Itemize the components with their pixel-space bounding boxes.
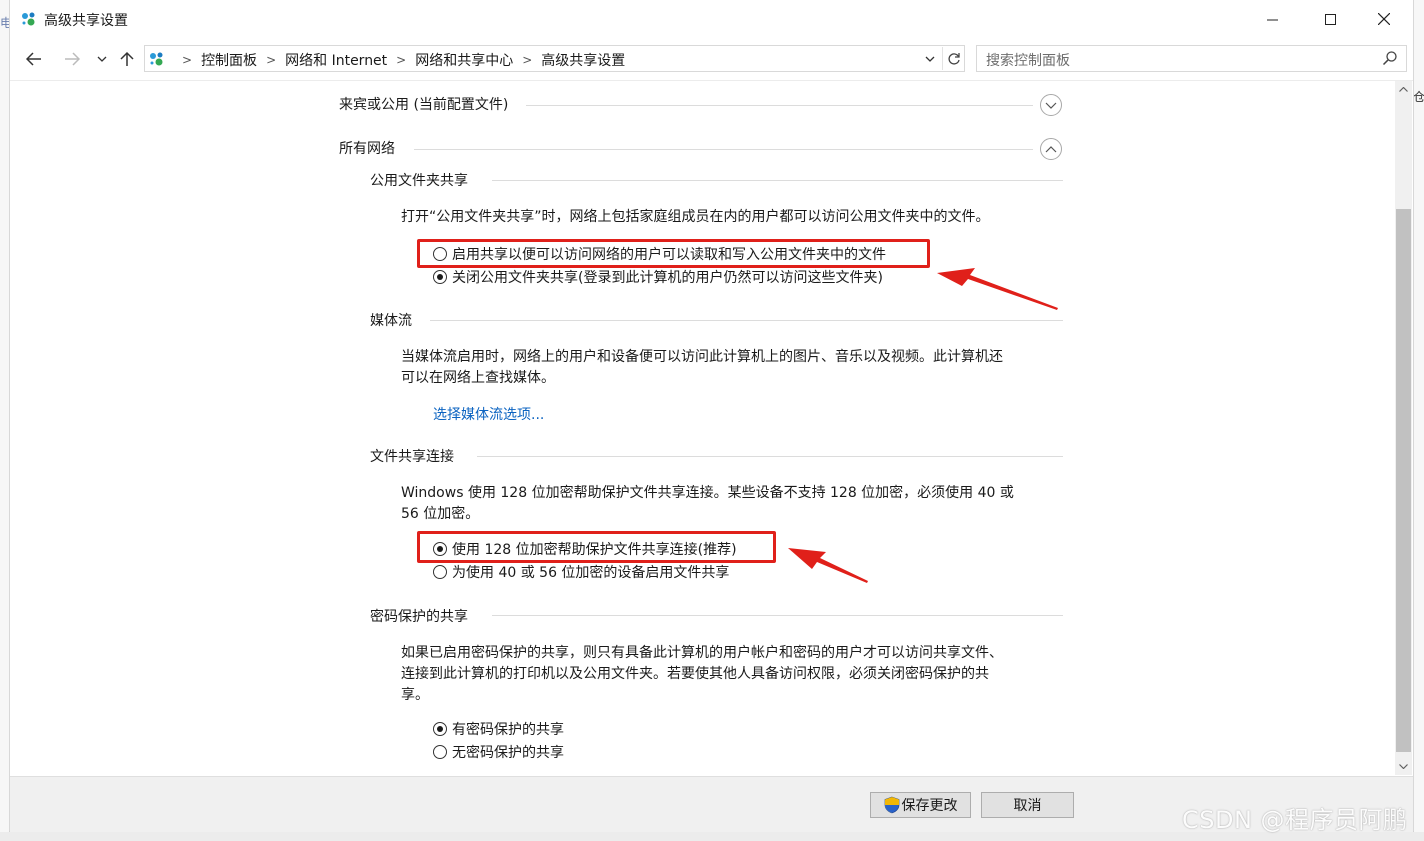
- breadcrumb-separator-icon[interactable]: >: [182, 53, 192, 67]
- breadcrumb-control-panel[interactable]: 控制面板: [201, 50, 257, 70]
- divider: [526, 105, 1033, 106]
- arrow-up-icon: [120, 51, 134, 66]
- radio-button[interactable]: [433, 565, 447, 579]
- minimize-icon: [1266, 19, 1278, 20]
- title-bar: 高级共享设置: [10, 0, 1413, 38]
- all-networks-label[interactable]: 所有网络: [339, 138, 395, 158]
- radio-label[interactable]: 关闭公用文件夹共享(登录到此计算机的用户仍然可以访问这些文件夹): [452, 267, 883, 287]
- maximize-button[interactable]: [1301, 0, 1359, 38]
- breadcrumb: > 控制面板 > 网络和 Internet > 网络和共享中心 > 高级共享设置: [173, 50, 625, 70]
- radio-button[interactable]: [433, 745, 447, 759]
- breadcrumb-network-sharing-center[interactable]: 网络和共享中心: [415, 50, 513, 70]
- advanced-sharing-window: 高级共享设置 > 控制面板 > 网络和 Internet > 网络和共享中心 >…: [9, 0, 1414, 832]
- control-panel-icon: [150, 52, 163, 66]
- collapse-profile-button[interactable]: [1040, 138, 1062, 160]
- minimize-button[interactable]: [1243, 0, 1301, 38]
- network-icon: [22, 12, 35, 26]
- divider: [492, 615, 1063, 616]
- vertical-scrollbar[interactable]: [1395, 81, 1412, 775]
- chevron-down-icon: [1045, 102, 1057, 109]
- cancel-button[interactable]: 取消: [981, 792, 1074, 818]
- arrow-right-icon: [65, 52, 80, 66]
- address-dropdown-button[interactable]: [921, 49, 939, 69]
- background-window-left: 电: [0, 0, 12, 841]
- uac-shield-icon: [884, 796, 899, 814]
- password-description-line1: 如果已启用密码保护的共享，则只有具备此计算机的用户帐户和密码的用户才可以访问共享…: [401, 645, 1003, 661]
- navigation-bar: > 控制面板 > 网络和 Internet > 网络和共享中心 > 高级共享设置…: [10, 38, 1413, 81]
- media-streaming-options-link[interactable]: 选择媒体流选项...: [433, 404, 544, 424]
- close-icon: [1378, 13, 1390, 25]
- password-description-line3: 享。: [401, 687, 429, 703]
- background-window-right: [1414, 0, 1424, 841]
- csdn-watermark: CSDN @程序员阿鹏: [1182, 806, 1408, 834]
- refresh-button[interactable]: [942, 47, 965, 70]
- search-placeholder: 搜索控制面板: [986, 53, 1070, 69]
- forward-button[interactable]: [60, 47, 84, 71]
- save-changes-label: 保存更改: [901, 798, 958, 814]
- recent-locations-button[interactable]: [90, 47, 114, 71]
- radio-button[interactable]: [433, 722, 447, 736]
- scroll-up-button[interactable]: [1395, 81, 1412, 98]
- enable-40-56-bit-option[interactable]: 为使用 40 或 56 位加密的设备启用文件共享: [433, 562, 729, 582]
- window-title: 高级共享设置: [44, 13, 128, 29]
- radio-label[interactable]: 无密码保护的共享: [452, 742, 564, 762]
- close-button[interactable]: [1355, 0, 1413, 38]
- search-icon[interactable]: [1382, 50, 1398, 66]
- chevron-up-icon: [1045, 145, 1057, 152]
- settings-content: 来宾或公用 (当前配置文件) 所有网络 公用文件夹共享 打开“公用文件夹共享”时…: [10, 81, 1394, 775]
- scroll-thumb[interactable]: [1396, 209, 1411, 752]
- media-streaming-description-line1: 当媒体流启用时，网络上的用户和设备便可以访问此计算机上的图片、音乐以及视频。此计…: [401, 349, 1003, 365]
- chevron-down-icon: [1399, 764, 1408, 769]
- arrow-left-icon: [26, 52, 41, 66]
- radio-button[interactable]: [433, 270, 447, 284]
- annotation-highlight-box: [417, 531, 776, 563]
- expand-profile-button[interactable]: [1040, 94, 1062, 116]
- radio-label[interactable]: 为使用 40 或 56 位加密的设备启用文件共享: [452, 562, 729, 582]
- chevron-down-icon: [925, 56, 935, 62]
- divider: [430, 320, 1063, 321]
- file-sharing-description-line2: 56 位加密。: [401, 506, 480, 522]
- file-sharing-connections-heading: 文件共享连接: [370, 449, 454, 465]
- password-protected-on-option[interactable]: 有密码保护的共享: [433, 719, 564, 739]
- divider: [492, 180, 1063, 181]
- public-folder-description: 打开“公用文件夹共享”时，网络上包括家庭组成员在内的用户都可以访问公用文件夹中的…: [401, 209, 990, 225]
- media-streaming-description-line2: 可以在网络上查找媒体。: [401, 370, 555, 386]
- public-folder-sharing-heading: 公用文件夹共享: [370, 173, 468, 189]
- chevron-down-icon: [97, 56, 107, 62]
- cancel-label: 取消: [1013, 798, 1042, 814]
- scroll-down-button[interactable]: [1395, 758, 1412, 775]
- annotation-highlight-box: [417, 239, 930, 268]
- breadcrumb-advanced-sharing[interactable]: 高级共享设置: [541, 50, 625, 70]
- divider: [477, 456, 1063, 457]
- search-input[interactable]: 搜索控制面板: [976, 45, 1407, 72]
- refresh-icon: [948, 52, 960, 65]
- divider: [414, 149, 1033, 150]
- back-button[interactable]: [22, 47, 46, 71]
- breadcrumb-network-internet[interactable]: 网络和 Internet: [285, 50, 387, 70]
- chevron-up-icon: [1399, 87, 1408, 92]
- breadcrumb-separator-icon[interactable]: >: [396, 53, 406, 67]
- disable-public-folder-sharing-option[interactable]: 关闭公用文件夹共享(登录到此计算机的用户仍然可以访问这些文件夹): [433, 267, 883, 287]
- up-button[interactable]: [115, 47, 139, 71]
- radio-label[interactable]: 有密码保护的共享: [452, 719, 564, 739]
- password-description-line2: 连接到此计算机的打印机以及公用文件夹。若要使其他人具备访问权限，必须关闭密码保护…: [401, 666, 989, 682]
- background-text-right: 仓: [1413, 90, 1424, 104]
- maximize-icon: [1324, 13, 1336, 25]
- address-bar[interactable]: > 控制面板 > 网络和 Internet > 网络和共享中心 > 高级共享设置: [144, 45, 965, 72]
- password-protected-sharing-heading: 密码保护的共享: [370, 609, 468, 625]
- file-sharing-description-line1: Windows 使用 128 位加密帮助保护文件共享连接。某些设备不支持 128…: [401, 485, 1014, 501]
- guest-public-profile-label[interactable]: 来宾或公用 (当前配置文件): [339, 94, 508, 114]
- password-protected-off-option[interactable]: 无密码保护的共享: [433, 742, 564, 762]
- breadcrumb-separator-icon[interactable]: >: [266, 53, 276, 67]
- breadcrumb-separator-icon[interactable]: >: [522, 53, 532, 67]
- media-streaming-heading: 媒体流: [370, 313, 412, 329]
- save-changes-button[interactable]: 保存更改: [870, 792, 971, 818]
